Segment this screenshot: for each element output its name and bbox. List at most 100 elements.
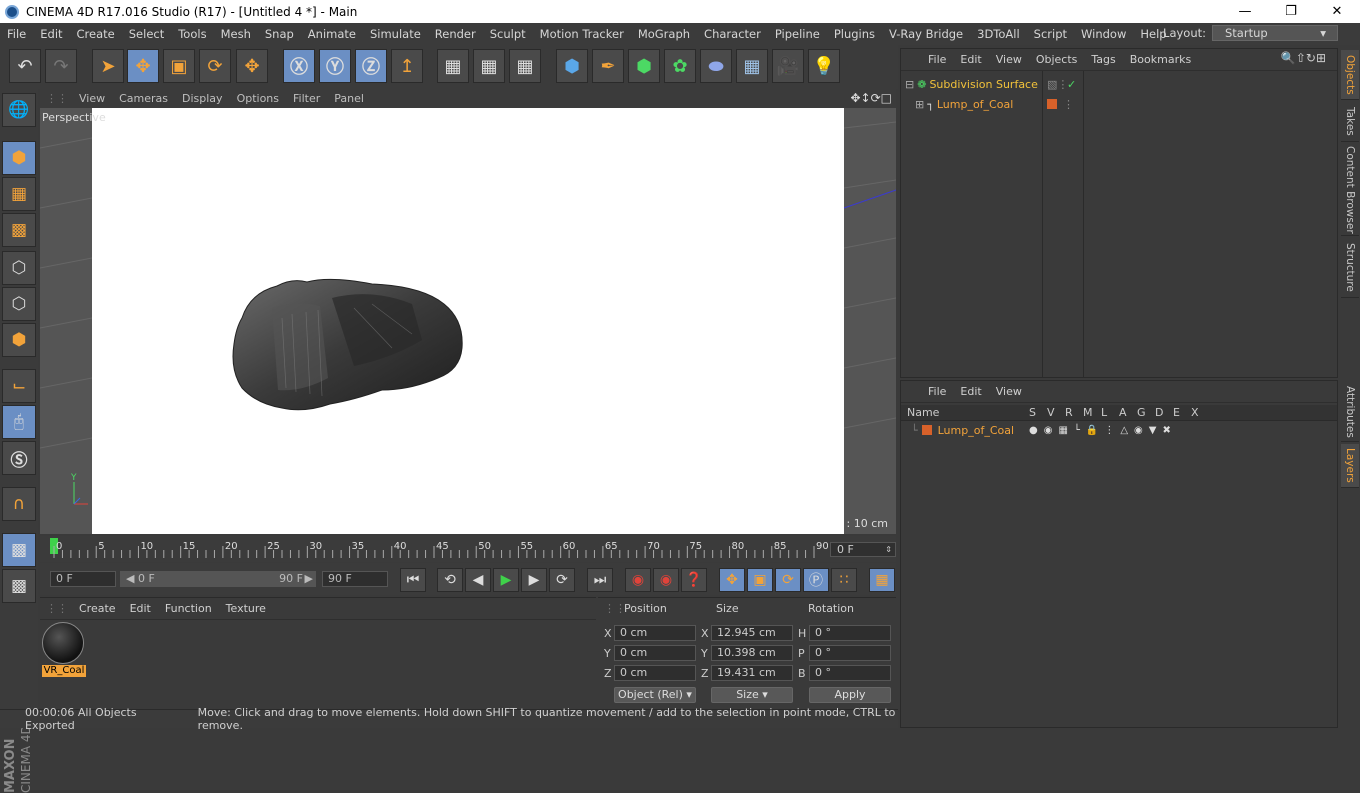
previous-frame-button[interactable]: ◀ — [465, 568, 491, 592]
tab-content-browser[interactable]: Content Browser — [1341, 144, 1359, 236]
add-camera-button[interactable]: 🎥 — [772, 49, 804, 83]
object-row-lump[interactable]: ⊞ ┐ Lump_of_Coal ⋮ — [915, 95, 1013, 113]
add-cloner-button[interactable]: ✿ — [664, 49, 696, 83]
viewport[interactable]: Perspective Grid Spacing : 10 cm Y — [40, 108, 896, 534]
layer-toggle-icons[interactable]: ●◉▦└🔒⋮△◉▼✖ — [1029, 425, 1177, 436]
minimize-icon[interactable]: — — [1222, 0, 1268, 23]
menu-edit[interactable]: Edit — [33, 27, 69, 41]
add-floor-button[interactable]: ▦ — [736, 49, 768, 83]
size-x-field[interactable]: 12.945 cm — [711, 625, 793, 641]
record-scale-button[interactable]: ▣ — [747, 568, 773, 592]
make-editable-button[interactable]: 🌐 — [2, 93, 36, 127]
objects-nav-icons[interactable]: 🔍⇧↻⊞ — [1274, 51, 1333, 65]
add-pen-spline-button[interactable]: ✒ — [592, 49, 624, 83]
previous-key-button[interactable]: ⟲ — [437, 568, 463, 592]
record-active-button[interactable]: ◉ — [625, 568, 651, 592]
layers-menu-edit[interactable]: Edit — [953, 385, 988, 398]
menu-3dtoall[interactable]: 3DToAll — [970, 27, 1027, 41]
visibility-dots-icon[interactable]: ▧⋮ — [1047, 78, 1068, 91]
polygons-mode-button[interactable]: ⬢ — [2, 323, 36, 357]
objects-menu-view[interactable]: View — [989, 53, 1029, 66]
next-key-button[interactable]: ⟳ — [549, 568, 575, 592]
menu-vray-bridge[interactable]: V-Ray Bridge — [882, 27, 970, 41]
live-selection-button[interactable]: ➤ — [92, 49, 124, 83]
record-point-level-button[interactable]: ∷ — [831, 568, 857, 592]
layers-menu-file[interactable]: File — [921, 385, 953, 398]
viewport-nav-icons[interactable]: ✥↕⟳□ — [850, 91, 892, 105]
enabled-check-icon[interactable]: ✓ — [1067, 78, 1076, 91]
viewport-menu-display[interactable]: Display — [175, 92, 230, 105]
z-axis-lock-button[interactable]: Ⓩ — [355, 49, 387, 83]
record-rotation-button[interactable]: ⟳ — [775, 568, 801, 592]
material-menu-edit[interactable]: Edit — [123, 602, 158, 615]
timeline[interactable]: 051015202530354045505560657075808590 0 F… — [40, 536, 896, 562]
workplane-mode-button[interactable]: ▩ — [2, 213, 36, 247]
layout-dropdown[interactable]: Startup▾ — [1212, 25, 1338, 41]
y-axis-lock-button[interactable]: Ⓨ — [319, 49, 351, 83]
menu-pipeline[interactable]: Pipeline — [768, 27, 827, 41]
add-deformer-button[interactable]: ⬬ — [700, 49, 732, 83]
visibility-dots-icon[interactable]: ⋮ — [1063, 98, 1074, 111]
points-mode-button[interactable]: ⬡ — [2, 251, 36, 285]
viewport-menu-options[interactable]: Options — [230, 92, 286, 105]
workplane-align-button[interactable]: ▩ — [2, 569, 36, 603]
restore-icon[interactable]: ❐ — [1268, 0, 1314, 23]
size-y-field[interactable]: 10.398 cm — [711, 645, 793, 661]
rot-h-field[interactable]: 0 ° — [809, 625, 891, 641]
next-frame-button[interactable]: ▶ — [521, 568, 547, 592]
menu-mesh[interactable]: Mesh — [214, 27, 258, 41]
recent-tool-button[interactable]: ✥ — [236, 49, 268, 83]
menu-plugins[interactable]: Plugins — [827, 27, 882, 41]
snap-button[interactable]: Ⓢ — [2, 441, 36, 475]
coordinate-system-button[interactable]: ↥ — [391, 49, 423, 83]
end-frame-field[interactable]: 90 F — [322, 571, 388, 587]
tab-objects[interactable]: Objects — [1341, 50, 1359, 100]
layer-color-swatch[interactable] — [1047, 99, 1057, 109]
render-picture-viewer-button[interactable]: ▦ — [473, 49, 505, 83]
close-icon[interactable]: ✕ — [1314, 0, 1360, 23]
timeline-ruler[interactable]: 051015202530354045505560657075808590 — [50, 536, 828, 562]
objects-menu-edit[interactable]: Edit — [953, 53, 988, 66]
menu-mograph[interactable]: MoGraph — [631, 27, 697, 41]
timeline-window-button[interactable]: ▦ — [869, 568, 895, 592]
menu-select[interactable]: Select — [122, 27, 171, 41]
texture-mode-button[interactable]: ▦ — [2, 177, 36, 211]
redo-button[interactable]: ↷ — [45, 49, 77, 83]
render-view-button[interactable]: ▦ — [437, 49, 469, 83]
rot-b-field[interactable]: 0 ° — [809, 665, 891, 681]
objects-menu-file[interactable]: File — [921, 53, 953, 66]
viewport-menu-panel[interactable]: Panel — [327, 92, 371, 105]
enable-snap-button[interactable]: ∩ — [2, 487, 36, 521]
render-settings-button[interactable]: ▦ — [509, 49, 541, 83]
tab-layers[interactable]: Layers — [1341, 444, 1359, 488]
model-mode-button[interactable]: ⬢ — [2, 141, 36, 175]
size-mode-dropdown[interactable]: Size ▾ — [711, 687, 793, 703]
go-to-end-button[interactable]: ⏭ — [587, 568, 613, 592]
menu-animate[interactable]: Animate — [301, 27, 363, 41]
pos-x-field[interactable]: 0 cm — [614, 625, 696, 641]
add-subdivision-button[interactable]: ⬢ — [628, 49, 660, 83]
autokeying-button[interactable]: ◉ — [653, 568, 679, 592]
start-frame-field[interactable]: 0 F — [50, 571, 116, 587]
add-light-button[interactable]: 💡 — [808, 49, 840, 83]
tweak-mode-button[interactable]: 🖰 — [2, 405, 36, 439]
scale-tool-button[interactable]: ▣ — [163, 49, 195, 83]
menu-character[interactable]: Character — [697, 27, 768, 41]
pos-y-field[interactable]: 0 cm — [614, 645, 696, 661]
material-menu-texture[interactable]: Texture — [219, 602, 273, 615]
undo-button[interactable]: ↶ — [9, 49, 41, 83]
objects-menu-tags[interactable]: Tags — [1084, 53, 1122, 66]
material-swatch[interactable]: VR_Coal — [42, 622, 86, 678]
keyframe-selection-button[interactable]: ❓ — [681, 568, 707, 592]
coordinate-mode-dropdown[interactable]: Object (Rel) ▾ — [614, 687, 696, 703]
object-row-subdivision[interactable]: ⊟ ❁ Subdivision Surface ▧⋮ ✓ — [905, 75, 1038, 93]
layer-color-swatch[interactable] — [922, 425, 932, 435]
menu-tools[interactable]: Tools — [171, 27, 213, 41]
menu-script[interactable]: Script — [1027, 27, 1074, 41]
apply-button[interactable]: Apply — [809, 687, 891, 703]
tab-structure[interactable]: Structure — [1341, 238, 1359, 298]
viewport-menu-view[interactable]: View — [72, 92, 112, 105]
move-tool-button[interactable]: ✥ — [127, 49, 159, 83]
rotate-tool-button[interactable]: ⟳ — [199, 49, 231, 83]
record-parameter-button[interactable]: Ⓟ — [803, 568, 829, 592]
